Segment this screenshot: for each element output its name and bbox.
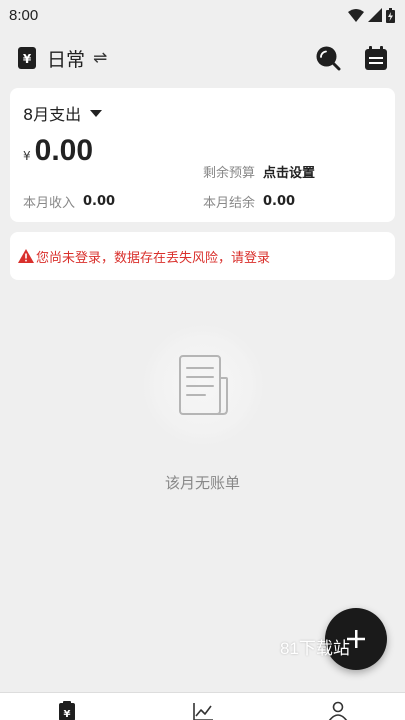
empty-state-illustration [143,325,263,445]
ledger-nav-icon: ¥ [59,701,75,720]
warning-icon [18,249,34,263]
swap-icon[interactable]: ⇌ [93,48,107,68]
empty-state-text: 该月无账单 [164,474,240,492]
app-bar: ¥ 日常 ⇌ [0,38,405,78]
monthly-summary-card: 8月支出 ¥ 0.00 剩余预算 点击设置 本月收入 0.00 本月结余 0.0… [10,88,395,222]
app-bar-actions [315,45,389,71]
profile-nav-icon [328,701,348,720]
login-warning-banner[interactable]: 您尚未登录，数据存在丢失风险，请登录 [10,232,395,280]
status-icons [348,7,395,23]
svg-text:¥: ¥ [23,52,32,66]
bottom-nav: ¥ [0,692,405,720]
income-value: 0.00 [83,194,116,209]
receipt-icon [179,355,228,415]
watermark: 81下载站 [280,639,350,658]
balance-value: 0.00 [263,194,296,209]
nav-ledger[interactable]: ¥ [55,701,79,720]
search-icon[interactable] [315,45,341,71]
month-label: 8月支出 [23,105,82,124]
book-title[interactable]: 日常 [47,45,85,72]
status-bar: 8:00 [0,0,405,30]
balance-label: 本月结余 [203,196,256,211]
budget-row[interactable]: 剩余预算 点击设置 [203,162,315,181]
ledger-book-icon[interactable]: ¥ [16,46,38,70]
income-row: 本月收入 0.00 [23,192,115,211]
balance-row: 本月结余 0.00 [203,192,295,211]
budget-setup-link[interactable]: 点击设置 [263,162,315,181]
wifi-icon [348,8,364,22]
income-label: 本月收入 [23,196,76,211]
chart-nav-icon [193,703,213,720]
warning-text: 您尚未登录，数据存在丢失风险，请登录 [36,250,271,266]
currency-symbol: ¥ [23,149,31,163]
svg-text:¥: ¥ [64,709,71,720]
nav-chart[interactable] [191,701,215,720]
dropdown-arrow-icon [90,109,103,117]
expense-amount: ¥ 0.00 [23,134,93,168]
signal-icon [368,8,382,22]
expense-value: 0.00 [34,134,94,167]
status-time: 8:00 [9,6,39,24]
nav-profile[interactable] [326,701,350,720]
calendar-icon[interactable] [363,45,389,71]
budget-label: 剩余预算 [203,166,256,181]
battery-icon [386,7,395,23]
month-selector[interactable]: 8月支出 [23,101,103,125]
